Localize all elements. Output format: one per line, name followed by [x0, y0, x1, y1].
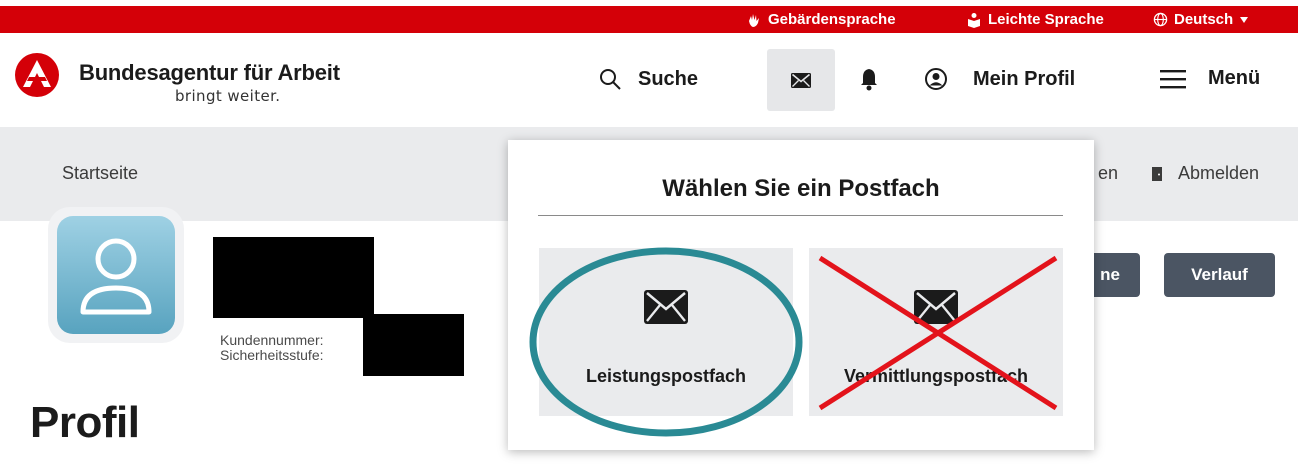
partial-link[interactable]: en [1098, 163, 1118, 184]
menu-label: Menü [1208, 67, 1261, 89]
utility-bar: Gebärdensprache Leichte Sprache Deutsch [0, 6, 1298, 33]
history-button-label: Verlauf [1191, 265, 1248, 284]
brand-title[interactable]: Bundesagentur für Arbeit [79, 60, 340, 86]
sign-language-label: Gebärdensprache [768, 11, 896, 28]
easy-language-icon [968, 12, 980, 28]
envelope-icon [644, 290, 688, 324]
placement-mailbox-button[interactable]: Vermittlungspostfach [809, 248, 1063, 416]
partial-button-label: ne [1100, 265, 1120, 284]
menu-button[interactable]: Menü [1160, 67, 1260, 90]
benefits-mailbox-button[interactable]: Leistungspostfach [539, 248, 793, 416]
search-icon [600, 69, 621, 90]
language-selector[interactable]: Deutsch [1153, 6, 1249, 33]
globe-icon [1153, 12, 1168, 27]
sign-language-link[interactable]: Gebärdensprache [746, 6, 896, 33]
logout-label: Abmelden [1178, 163, 1260, 183]
partial-link-label: en [1098, 163, 1119, 183]
caret-down-icon [1240, 16, 1249, 23]
mailbox-popup: Wählen Sie ein Postfach Leistungspostfac… [508, 140, 1094, 450]
avatar [48, 207, 184, 343]
user-icon [80, 238, 152, 315]
customer-number-label: Kundennummer: [220, 332, 324, 348]
security-level-label: Sicherheitsstufe: [220, 347, 324, 363]
user-circle-icon [925, 68, 947, 90]
redacted-details [363, 314, 464, 376]
placement-mailbox-label: Vermittlungspostfach [843, 366, 1029, 386]
envelope-icon [791, 72, 811, 88]
mailbox-button[interactable] [767, 49, 835, 111]
easy-language-label: Leichte Sprache [988, 11, 1104, 28]
bell-icon[interactable] [859, 67, 879, 91]
profile-label: Mein Profil [973, 67, 1076, 90]
page-title: Profil [30, 398, 140, 447]
hand-icon [749, 13, 759, 27]
brand-subtitle: bringt weiter. [175, 87, 281, 105]
door-icon [1152, 166, 1162, 181]
redacted-name [213, 237, 374, 318]
profile-button[interactable]: Mein Profil [924, 67, 1075, 91]
search-button[interactable]: Suche [598, 67, 698, 91]
benefits-mailbox-label: Leistungspostfach [585, 366, 746, 386]
ba-logo-icon[interactable] [14, 52, 60, 98]
logout-link[interactable]: Abmelden [1150, 163, 1259, 184]
language-label: Deutsch [1174, 11, 1234, 28]
envelope-icon [914, 290, 958, 324]
easy-language-link[interactable]: Leichte Sprache [966, 6, 1104, 33]
breadcrumb-home[interactable]: Startseite [62, 163, 138, 184]
hamburger-icon [1160, 69, 1186, 88]
popup-divider [538, 215, 1063, 216]
popup-title: Wählen Sie ein Postfach [662, 175, 940, 202]
history-button[interactable]: Verlauf [1164, 253, 1275, 297]
site-header: Bundesagentur für Arbeit bringt weiter. … [0, 33, 1298, 127]
search-label: Suche [638, 67, 699, 90]
